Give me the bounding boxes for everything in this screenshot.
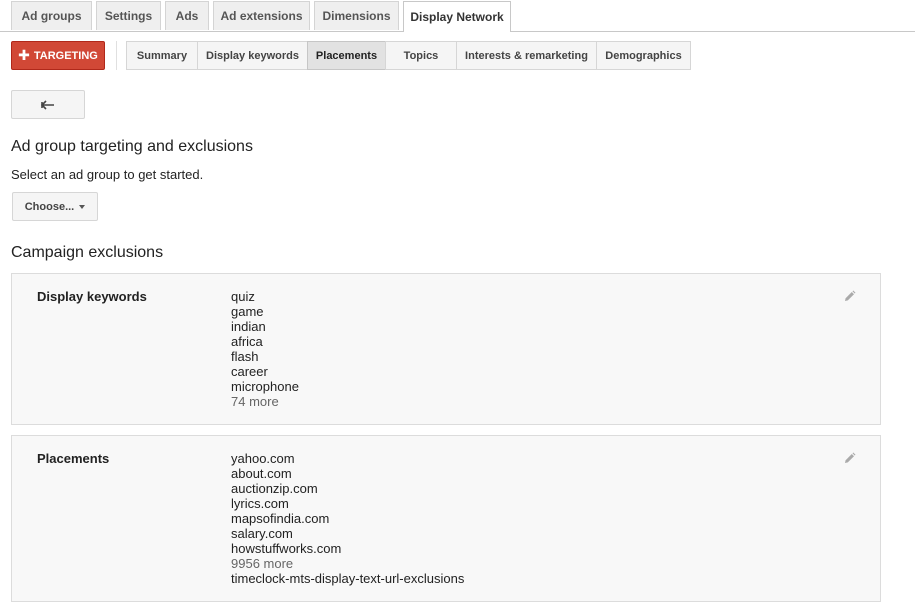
tab-settings[interactable]: Settings (96, 1, 161, 30)
list-item: quiz (231, 289, 255, 304)
list-item: auctionzip.com (231, 481, 318, 496)
list-item: salary.com (231, 526, 293, 541)
list-item: howstuffworks.com (231, 541, 342, 556)
list-item: yahoo.com (231, 451, 295, 466)
targeting-button[interactable]: ✚ TARGETING (11, 41, 105, 70)
choose-ad-group-dropdown[interactable]: Choose... (12, 192, 98, 221)
tab-ad-extensions[interactable]: Ad extensions (213, 1, 310, 30)
display-network-subtabs: Summary Display keywords Placements Topi… (126, 41, 691, 70)
placements-exclusions-panel: Placements yahoo.com about.com auctionzi… (11, 435, 881, 602)
more-keywords-link[interactable]: 74 more (231, 394, 299, 409)
subtab-display-keywords[interactable]: Display keywords (197, 41, 308, 70)
display-keywords-exclusions-panel: Display keywords quiz game indian africa… (11, 273, 881, 425)
list-item: indian (231, 319, 266, 334)
list-item: lyrics.com (231, 496, 289, 511)
ad-group-prompt: Select an ad group to get started. (11, 167, 204, 182)
tab-display-network[interactable]: Display Network (403, 1, 511, 32)
list-item: game (231, 304, 264, 319)
list-item: microphone (231, 379, 299, 394)
subtab-interests-remarketing[interactable]: Interests & remarketing (456, 41, 597, 70)
back-button[interactable] (11, 90, 85, 119)
placements-list: yahoo.com about.com auctionzip.com lyric… (231, 451, 464, 586)
tab-ad-groups[interactable]: Ad groups (11, 1, 92, 30)
display-keywords-label: Display keywords (37, 289, 147, 304)
list-item: mapsofindia.com (231, 511, 330, 526)
subtab-summary[interactable]: Summary (126, 41, 198, 70)
subtab-placements[interactable]: Placements (307, 41, 386, 70)
list-item: about.com (231, 466, 292, 481)
ad-group-section-title: Ad group targeting and exclusions (11, 138, 253, 155)
placements-label: Placements (37, 451, 110, 466)
subtab-topics[interactable]: Topics (385, 41, 457, 70)
list-item: africa (231, 334, 263, 349)
more-placements-link[interactable]: 9956 more (231, 556, 464, 571)
exclusion-list-item: timeclock-mts-display-text-url-exclusion… (231, 571, 465, 586)
subtab-demographics[interactable]: Demographics (596, 41, 691, 70)
campaign-exclusions-title: Campaign exclusions (11, 244, 164, 261)
main-tab-bar: Ad groups Settings Ads Ad extensions Dim… (0, 0, 915, 32)
tab-ads[interactable]: Ads (165, 1, 209, 30)
toolbar-divider (116, 41, 117, 70)
display-keywords-list: quiz game indian africa flash career mic… (231, 289, 299, 409)
pencil-icon[interactable] (843, 290, 856, 303)
back-arrow-icon (41, 99, 54, 110)
choose-label: Choose... (24, 200, 75, 213)
chevron-down-icon (79, 204, 86, 209)
list-item: flash (231, 349, 259, 364)
tab-dimensions[interactable]: Dimensions (314, 1, 399, 30)
targeting-button-label: TARGETING (33, 49, 98, 62)
pencil-icon[interactable] (843, 452, 856, 465)
plus-icon: ✚ (18, 47, 30, 63)
list-item: career (231, 364, 268, 379)
